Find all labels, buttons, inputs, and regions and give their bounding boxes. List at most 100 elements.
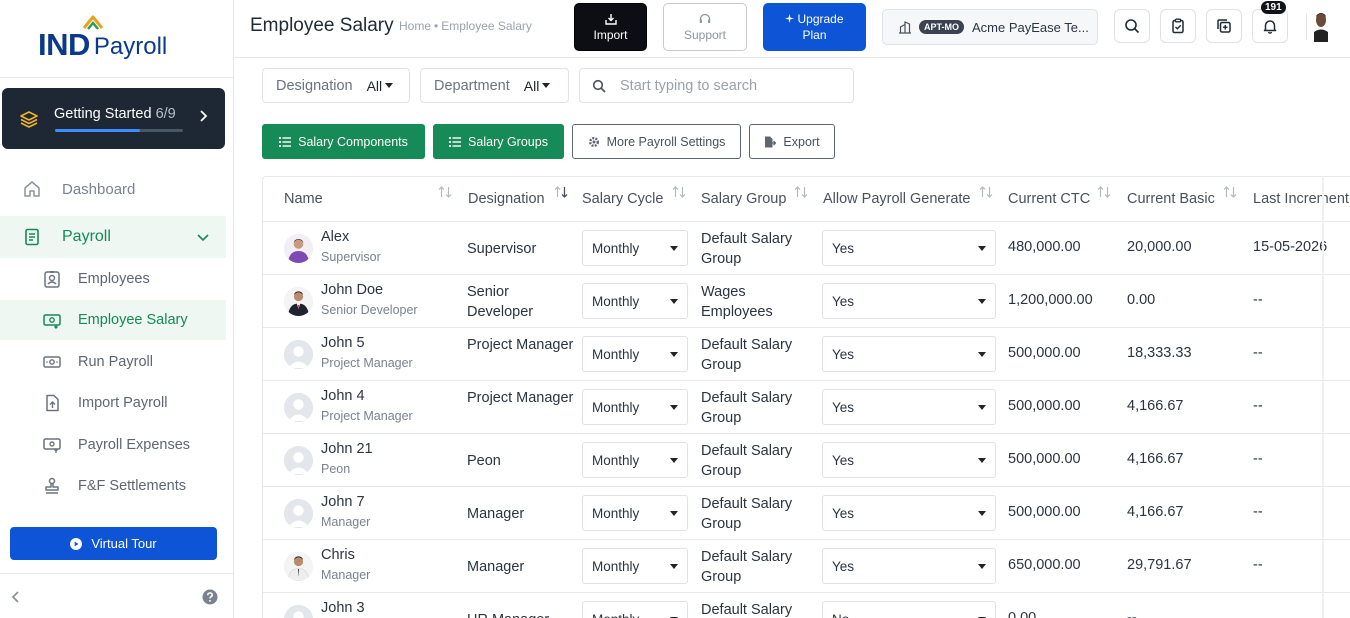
- table-row: Alex Supervisor Supervisor Monthly Default S…: [263, 222, 1350, 275]
- employee-name[interactable]: John 4: [321, 388, 365, 404]
- caret-down-icon: [670, 405, 678, 410]
- salary-cycle-select[interactable]: Monthly: [582, 230, 688, 266]
- allow-payroll-select[interactable]: Yes: [822, 230, 996, 266]
- getting-started-count: 6/9: [155, 106, 176, 122]
- breadcrumb-home[interactable]: Home: [399, 19, 431, 33]
- salary-cycle-select[interactable]: Monthly: [582, 442, 688, 478]
- sort-icon[interactable]: [794, 186, 808, 198]
- upgrade-line1-text: Upgrade: [797, 12, 844, 26]
- employee-name[interactable]: Chris: [321, 547, 355, 563]
- designation-filter-value: All: [366, 77, 383, 94]
- search-button[interactable]: [1114, 9, 1150, 43]
- column-header-salary-cycle[interactable]: Salary Cycle: [582, 191, 663, 207]
- column-header-current-basic[interactable]: Current Basic: [1127, 191, 1215, 207]
- document-icon: [25, 228, 39, 246]
- last-increment-cell: --: [1253, 345, 1263, 361]
- department-filter[interactable]: Department All: [420, 68, 569, 103]
- salary-group-cell: Default Salary Group: [701, 549, 793, 585]
- nav-payroll[interactable]: Payroll: [0, 216, 226, 258]
- avatar: [284, 499, 313, 528]
- sort-icon[interactable]: [1097, 186, 1111, 198]
- upgrade-plan-button[interactable]: Upgrade Plan: [763, 3, 866, 51]
- breadcrumb-current: Employee Salary: [441, 19, 532, 33]
- employee-name[interactable]: John 7: [321, 494, 365, 510]
- column-header-name[interactable]: Name: [284, 191, 323, 207]
- id-badge-icon: [44, 271, 60, 288]
- current-ctc-cell: 500,000.00: [1008, 345, 1081, 361]
- notifications-button[interactable]: 191: [1252, 1, 1288, 43]
- salary-groups-button[interactable]: Salary Groups: [433, 124, 564, 159]
- salary-cycle-select[interactable]: Monthly: [582, 336, 688, 372]
- sort-icon[interactable]: [554, 186, 568, 198]
- user-avatar[interactable]: [1314, 10, 1328, 42]
- sidebar-item-import-payroll[interactable]: Import Payroll: [0, 383, 226, 423]
- allow-payroll-select[interactable]: Yes: [822, 495, 996, 531]
- salary-cycle-select[interactable]: Monthly: [582, 495, 688, 531]
- allow-payroll-select[interactable]: Yes: [822, 548, 996, 584]
- caret-down-icon: [670, 246, 678, 251]
- employee-name[interactable]: John Doe: [321, 282, 383, 298]
- column-header-designation[interactable]: Designation: [468, 191, 545, 207]
- chevron-left-icon[interactable]: [10, 590, 22, 604]
- sort-icon[interactable]: [1223, 186, 1237, 198]
- support-button[interactable]: Support: [663, 3, 747, 51]
- search-field[interactable]: [579, 68, 854, 103]
- salary-cycle-select[interactable]: Monthly: [582, 601, 688, 618]
- sidebar-item-payroll-expenses[interactable]: Payroll Expenses: [0, 425, 226, 465]
- current-ctc-cell: 500,000.00: [1008, 398, 1081, 414]
- column-header-current-ctc[interactable]: Current CTC: [1008, 191, 1090, 207]
- employee-name[interactable]: Alex: [321, 229, 349, 245]
- table-row: John 7 Manager Manager Monthly Default Salar…: [263, 487, 1350, 540]
- table-row: John Doe Senior Developer Senior Developer…: [263, 275, 1350, 328]
- allow-payroll-select[interactable]: Yes: [822, 336, 996, 372]
- breadcrumb-separator: •: [434, 19, 439, 33]
- table-row: John 5 Project Manager Project Manager Mont…: [263, 328, 1350, 381]
- allow-payroll-select[interactable]: Yes: [822, 442, 996, 478]
- salary-components-button[interactable]: Salary Components: [262, 124, 425, 159]
- sort-icon[interactable]: [979, 186, 993, 198]
- allow-payroll-select[interactable]: No: [822, 601, 996, 618]
- clipboard-button[interactable]: [1160, 9, 1196, 43]
- caret-down-icon: [978, 511, 986, 516]
- allow-payroll-select[interactable]: Yes: [822, 283, 996, 319]
- current-basic-cell: 4,166.67: [1127, 504, 1184, 520]
- salary-cycle-select[interactable]: Monthly: [582, 389, 688, 425]
- sidebar-item-employees[interactable]: Employees: [0, 259, 226, 299]
- app-logo[interactable]: IND Payroll: [38, 15, 167, 60]
- allow-payroll-select[interactable]: Yes: [822, 389, 996, 425]
- search-input[interactable]: [620, 77, 840, 94]
- add-item-button[interactable]: [1206, 9, 1242, 43]
- list-icon: [279, 136, 292, 147]
- company-switcher[interactable]: APT-MO Acme PayEase Te...: [882, 9, 1098, 45]
- sort-icon[interactable]: [672, 186, 686, 198]
- salary-cycle-select[interactable]: Monthly: [582, 548, 688, 584]
- money-icon: [43, 314, 61, 329]
- designation-filter[interactable]: Designation All: [262, 68, 410, 103]
- employee-role: Senior Developer: [321, 303, 418, 317]
- export-button[interactable]: Export: [749, 124, 835, 159]
- employee-name[interactable]: John 5: [321, 335, 365, 351]
- sidebar-item-run-payroll[interactable]: Run Payroll: [0, 342, 226, 382]
- employee-name[interactable]: John 3: [321, 600, 365, 616]
- employee-role: Peon: [321, 462, 351, 476]
- salary-group-cell: Default Salary Group: [701, 390, 793, 426]
- sort-icon[interactable]: [438, 186, 452, 198]
- column-header-salary-group[interactable]: Salary Group: [701, 191, 786, 207]
- allow-payroll-value: Yes: [832, 240, 855, 256]
- salary-cycle-select[interactable]: Monthly: [582, 283, 688, 319]
- getting-started-card[interactable]: Getting Started 6/9: [2, 88, 225, 149]
- salary-groups-label: Salary Groups: [468, 134, 548, 149]
- nav-dashboard[interactable]: Dashboard: [0, 168, 226, 210]
- import-button[interactable]: Import: [574, 3, 647, 51]
- sidebar: IND Payroll Getting Started 6/9 Dashboar…: [0, 0, 234, 618]
- caret-down-icon: [978, 246, 986, 251]
- search-icon: [1125, 19, 1140, 34]
- column-header-allow-payroll[interactable]: Allow Payroll Generate: [823, 191, 971, 207]
- sidebar-item-employee-salary[interactable]: Employee Salary: [0, 300, 226, 340]
- more-payroll-settings-button[interactable]: More Payroll Settings: [572, 124, 741, 159]
- sidebar-item-ff-settlements[interactable]: F&F Settlements: [0, 466, 226, 506]
- employee-name[interactable]: John 21: [321, 441, 373, 457]
- column-header-last-increment[interactable]: Last Increment: [1253, 191, 1349, 207]
- help-icon[interactable]: [202, 589, 218, 605]
- virtual-tour-button[interactable]: Virtual Tour: [10, 527, 217, 560]
